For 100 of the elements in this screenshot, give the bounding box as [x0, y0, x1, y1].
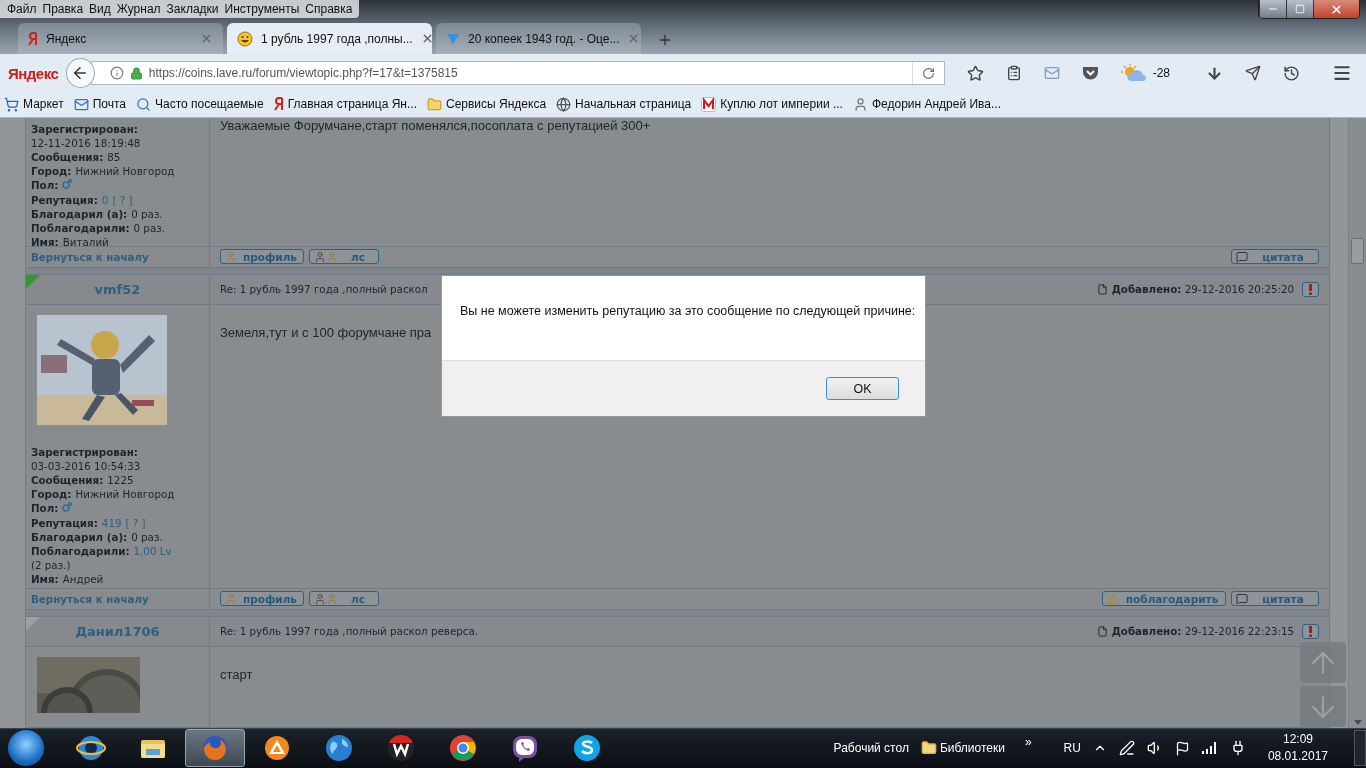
speech-bubble-icon — [1236, 592, 1249, 605]
pen-icon — [1118, 740, 1135, 757]
bookmark-link[interactable]: Главная страница Ян... — [273, 97, 417, 112]
info-icon — [109, 66, 124, 81]
profile-label: Сообщения: — [30, 472, 104, 488]
folder-icon — [427, 96, 442, 112]
maximize-icon — [1295, 4, 1305, 14]
paper-plane-icon — [1245, 65, 1261, 82]
profile-label: Город: — [30, 487, 72, 502]
show-desktop-button[interactable] — [1354, 730, 1366, 767]
scroll-thumb[interactable] — [1351, 237, 1364, 264]
profile-label: Поблагодарили: — [30, 220, 130, 236]
language-indicator[interactable]: RU — [1063, 741, 1081, 756]
profile-label: Пол: — [30, 178, 59, 193]
menu-item[interactable]: Журнал — [113, 1, 164, 17]
yandex-icon — [28, 31, 38, 46]
back-button[interactable] — [66, 58, 95, 89]
history-icon — [1283, 64, 1300, 82]
post-text: Уважаемые Форумчане,старт поменялся,посоплата с репутацией 300+ — [219, 117, 651, 133]
smiley-icon — [237, 30, 253, 47]
menu-item[interactable]: Справка — [302, 1, 356, 17]
lock-icon — [129, 66, 143, 80]
download-icon — [1206, 64, 1223, 82]
profile-label: Репутация: — [30, 515, 98, 530]
bookmark-link[interactable]: Часто посещаемые — [135, 96, 264, 112]
address-field[interactable]: https://coins.lave.ru/forum/viewtopic.php?f=17&t=1375815 — [90, 61, 945, 86]
profile-value: Андрей — [62, 572, 104, 587]
post-text: Земеля,тут и с 100 форумчане пра — [219, 324, 432, 340]
profile-value: 0 раз. — [131, 206, 163, 221]
browser-tab[interactable]: 1 рубль 1997 года ,полны... — [227, 23, 432, 55]
taskbar-app-button[interactable] — [185, 729, 245, 768]
chrome-like-icon — [448, 733, 478, 764]
menu-item[interactable]: Вид — [86, 1, 114, 17]
clipboard-icon — [1005, 65, 1022, 82]
profile-label: Имя: — [30, 235, 59, 250]
mail-icon — [1043, 65, 1060, 82]
yandex-icon — [273, 97, 284, 112]
triangle-icon — [446, 32, 460, 45]
clock[interactable]: 12:09 08.01.2017 — [1267, 731, 1328, 766]
bookmark-link[interactable]: Почта — [73, 96, 126, 112]
profile-label: Имя: — [30, 572, 59, 587]
mail-logo-icon — [701, 96, 717, 112]
close-button[interactable] — [1313, 0, 1359, 18]
star-icon — [966, 64, 984, 82]
reload-icon — [921, 66, 935, 80]
post-subject: Re: 1 рубль 1997 года ,полный раскол реверса. — [219, 625, 479, 637]
browser-tab[interactable]: 20 копеек 1943 год. - Оце... — [436, 23, 641, 55]
menu-item[interactable]: Правка — [39, 1, 87, 17]
bookmark-link[interactable]: Начальная страница — [556, 96, 692, 112]
thumbs-up-icon — [1107, 592, 1120, 605]
profile-label: Зарегистрирован: — [30, 121, 138, 136]
profile-value: 0 раз. — [133, 220, 165, 236]
profile-value: 12-11-2016 18:19:48 — [30, 135, 141, 150]
ok-button[interactable]: OK — [826, 377, 899, 400]
close-icon — [1330, 2, 1343, 16]
profile-label: Благодарил (а): — [30, 529, 128, 544]
profile-value: 0 раз. — [131, 529, 163, 544]
profile-value: Виталий — [62, 235, 109, 250]
users-icon — [313, 250, 338, 263]
bookmark-link[interactable]: Куплю лот империи ... — [701, 96, 843, 112]
profile-value: Нижний Новгород — [75, 164, 175, 179]
users-icon — [313, 592, 338, 605]
dialog-message: Вы не можете изменить репутацию за это сообщение по следующей причине: — [459, 303, 917, 320]
menu-item[interactable]: Закладки — [163, 1, 222, 17]
document-icon — [1096, 625, 1108, 637]
profile-label: Сообщения: — [30, 149, 104, 165]
bookmark-link[interactable]: Маркет — [4, 96, 64, 112]
earth-icon — [324, 733, 354, 764]
cart-icon — [4, 96, 19, 112]
profile-label: Зарегистрирован: — [30, 444, 138, 459]
menu-item[interactable]: Файл — [4, 1, 40, 17]
post-date: Добавлено: 29-12-2016 20:25:20 — [1111, 283, 1295, 295]
post-date: Добавлено: 29-12-2016 22:23:15 — [1111, 625, 1295, 637]
minimize-button[interactable] — [1259, 0, 1286, 18]
document-icon — [1096, 283, 1108, 295]
scrollbar[interactable] — [1348, 117, 1366, 728]
toolbar-chevron[interactable]: » — [1024, 735, 1032, 750]
libraries-toolbar[interactable]: Библиотеки — [939, 741, 1005, 756]
search-icon — [135, 96, 151, 112]
exclamation-icon — [1309, 283, 1313, 295]
desktop-toolbar[interactable]: Рабочий стол — [833, 741, 909, 756]
w-logo-icon — [386, 733, 416, 764]
start-button[interactable] — [8, 730, 44, 767]
post-subject: Re: 1 рубль 1997 года ,полный раскол — [219, 283, 429, 295]
mail-icon — [73, 96, 89, 112]
profile-label: Город: — [30, 164, 72, 179]
signal-icon — [1201, 742, 1218, 755]
weather-button[interactable]: -28 — [1114, 59, 1176, 88]
flag-icon — [1174, 740, 1190, 756]
exclamation-icon — [1309, 625, 1313, 637]
maximize-button[interactable] — [1286, 0, 1313, 18]
bookmark-link[interactable]: Федорин Андрей Ива... — [852, 96, 1002, 112]
globe-icon — [556, 96, 572, 112]
phone-bubble-icon — [510, 733, 540, 764]
browser-tab[interactable]: Яндекс — [18, 23, 223, 55]
profile-label: Пол: — [30, 501, 59, 516]
bookmark-link[interactable]: Сервисы Яндекса — [427, 96, 547, 112]
profile-value: Нижний Новгород — [75, 487, 175, 502]
pocket-icon — [1081, 65, 1099, 81]
menu-item[interactable]: Инструменты — [221, 1, 303, 17]
